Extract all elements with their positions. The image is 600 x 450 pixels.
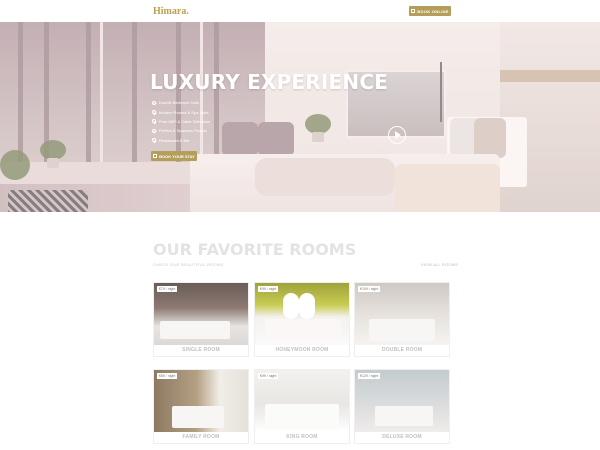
room-card-king[interactable]: €99 / night KING ROOM: [254, 369, 350, 444]
room-card-family[interactable]: €89 / night FAMILY ROOM: [153, 369, 249, 444]
room-name[interactable]: KING ROOM: [255, 434, 349, 440]
room-photo[interactable]: [154, 283, 248, 345]
room-name[interactable]: SINGLE ROOM: [154, 347, 248, 353]
room-name[interactable]: HONEYMOON ROOM: [255, 347, 349, 353]
feature-list: Double Bedroom Suite Modern Rooms & Spa …: [152, 98, 210, 145]
calendar-icon: [153, 154, 158, 158]
section-title: OUR FAVORITE ROOMS: [153, 240, 357, 259]
room-photo[interactable]: [154, 370, 248, 432]
book-your-stay-button[interactable]: BOOK YOUR STAY: [151, 151, 197, 161]
play-icon[interactable]: [388, 126, 406, 144]
feature-item: Restaurant & Bar: [152, 136, 210, 145]
book-online-label: BOOK ONLINE: [417, 8, 449, 14]
price-badge: €79 / night: [157, 286, 178, 292]
check-circle-icon: [152, 110, 156, 115]
check-circle-icon: [152, 119, 156, 124]
feature-item: Free WiFi & Cable Television: [152, 117, 210, 126]
book-online-button[interactable]: BOOK ONLINE: [409, 6, 451, 16]
hero-banner: LUXURY EXPERIENCE Double Bedroom Suite M…: [0, 22, 600, 212]
room-name[interactable]: DELUXE ROOM: [355, 434, 449, 440]
check-circle-icon: [152, 138, 156, 143]
room-card-single[interactable]: €79 / night SINGLE ROOM: [153, 282, 249, 357]
price-badge: €89 / night: [157, 373, 178, 379]
check-circle-icon: [152, 100, 156, 105]
price-badge: €99 / night: [258, 373, 279, 379]
room-card-honeymoon[interactable]: €99 / night HONEYMOON ROOM: [254, 282, 350, 357]
top-navbar: Himara. BOOK ONLINE: [0, 0, 600, 22]
hero-title: LUXURY EXPERIENCE: [150, 70, 389, 94]
view-all-rooms-link[interactable]: VIEW ALL ROOMS: [421, 262, 458, 267]
book-your-stay-label: BOOK YOUR STAY: [159, 153, 195, 159]
price-badge: €99 / night: [258, 286, 279, 292]
price-badge: €129 / night: [358, 373, 381, 379]
calendar-icon: [411, 9, 416, 13]
section-subtitle: CHECK OUR BEAUTIFUL ROOMS: [153, 262, 224, 267]
room-photo[interactable]: [355, 283, 449, 345]
room-photo[interactable]: [255, 370, 349, 432]
feature-item: Modern Rooms & Spa Suite: [152, 107, 210, 116]
room-photo[interactable]: [255, 283, 349, 345]
brand-logo[interactable]: Himara.: [153, 6, 189, 17]
feature-item: Double Bedroom Suite: [152, 98, 210, 107]
room-name[interactable]: FAMILY ROOM: [154, 434, 248, 440]
room-name[interactable]: DOUBLE ROOM: [355, 347, 449, 353]
room-card-double[interactable]: €109 / night DOUBLE ROOM: [354, 282, 450, 357]
room-photo[interactable]: [355, 370, 449, 432]
room-card-deluxe[interactable]: €129 / night DELUXE ROOM: [354, 369, 450, 444]
check-circle-icon: [152, 128, 156, 133]
price-badge: €109 / night: [358, 286, 381, 292]
feature-item: Perfect & Spacious Rooms: [152, 126, 210, 135]
